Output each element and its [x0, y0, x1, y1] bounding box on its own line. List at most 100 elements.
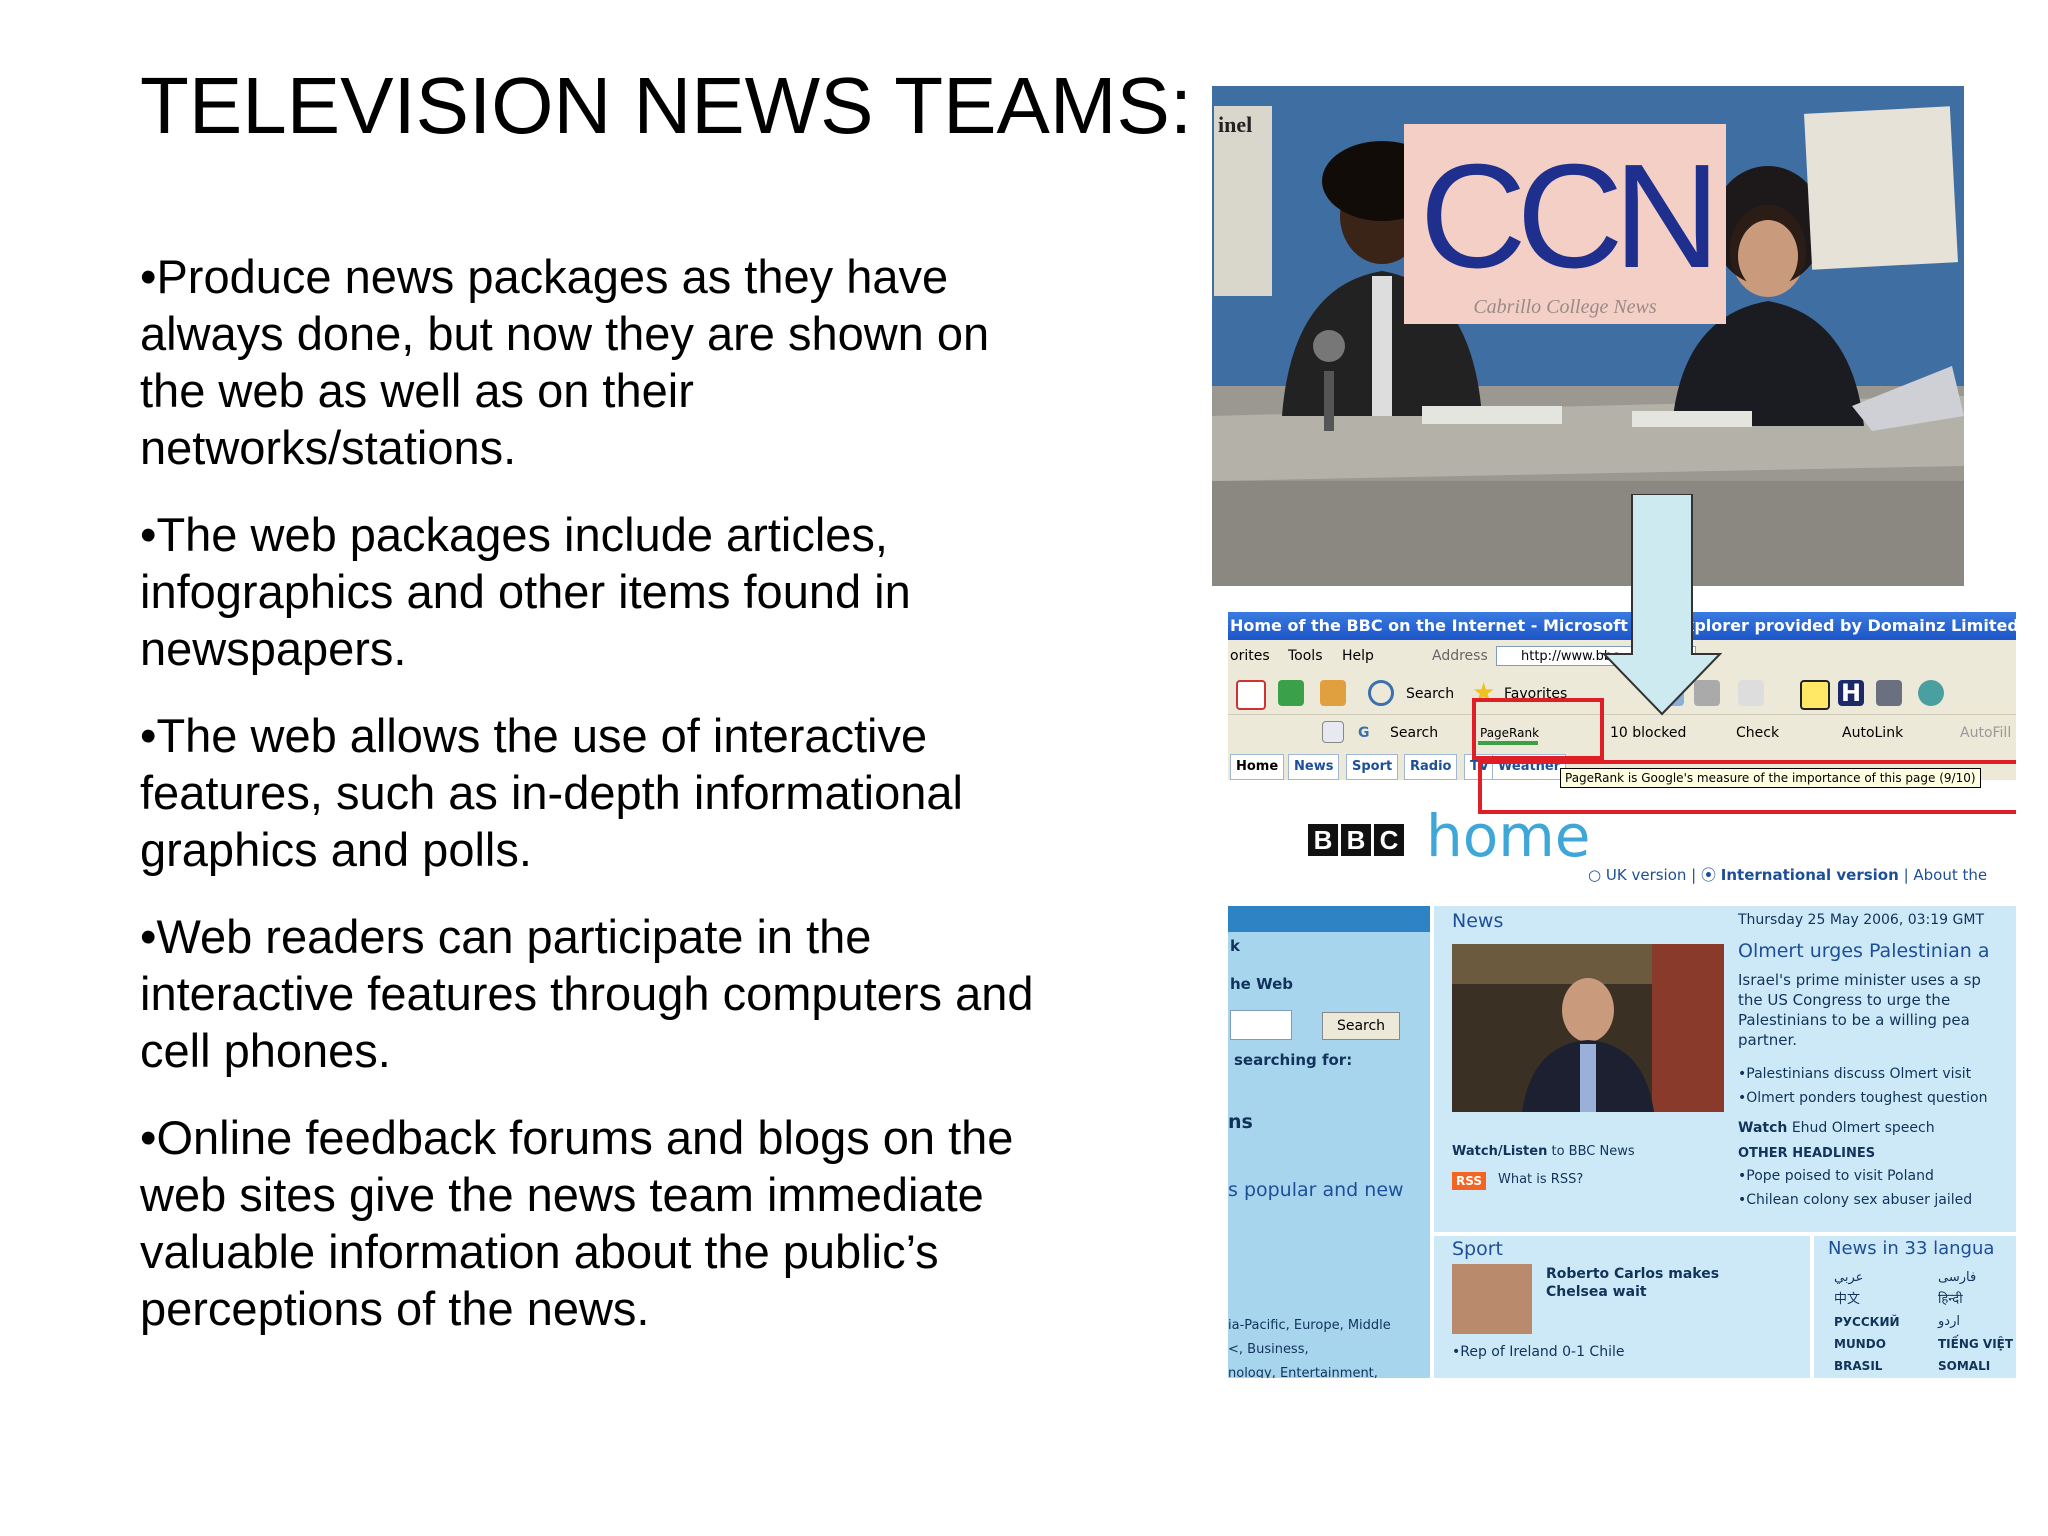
ccn-logo: CCN [1419, 134, 1721, 299]
news-heading[interactable]: News [1452, 910, 1503, 932]
tab-home[interactable]: Home [1230, 754, 1285, 780]
ccn-subtitle: Cabrillo College News [1473, 296, 1657, 318]
regions-text[interactable]: nology, Entertainment, [1228, 1364, 1378, 1378]
news-photo [1452, 944, 1724, 1112]
related-link[interactable]: •Olmert ponders toughest question [1738, 1088, 1987, 1108]
newspaper-clipping [1804, 106, 1958, 270]
uk-version-link[interactable]: UK version [1606, 866, 1687, 884]
other-headline[interactable]: •Chilean colony sex abuser jailed [1738, 1190, 1972, 1210]
down-arrow [1602, 494, 1722, 716]
bbc-letter: C [1374, 824, 1404, 856]
language-link[interactable]: عربي [1834, 1268, 1863, 1288]
bbc-letter: B [1308, 824, 1338, 856]
about-link[interactable]: About the [1913, 866, 1987, 884]
bullet-item: •Online feedback forums and blogs on the… [140, 1111, 1014, 1335]
lead-summary: Israel's prime minister uses a sp [1738, 971, 1981, 989]
menu-help[interactable]: Help [1342, 640, 1374, 672]
search-icon[interactable] [1368, 680, 1394, 706]
popular-label: s popular and new [1228, 1179, 1404, 1201]
menu-favorites[interactable]: orites [1230, 640, 1270, 672]
language-link[interactable]: 中文 [1834, 1290, 1860, 1310]
regions-text[interactable]: <, Business, [1228, 1340, 1309, 1360]
google-g-icon[interactable]: G [1358, 723, 1370, 743]
language-link[interactable]: TIẾNG VIỆT [1938, 1334, 2013, 1354]
google-search-button[interactable]: Search [1390, 723, 1438, 743]
watch-listen-rest[interactable]: to BBC News [1551, 1144, 1634, 1159]
media-icon[interactable] [1876, 680, 1902, 706]
search-button[interactable]: Search [1406, 684, 1454, 704]
related-link[interactable]: •Palestinians discuss Olmert visit [1738, 1064, 1971, 1084]
watch-video-link[interactable]: Ehud Olmert speech [1792, 1120, 1935, 1136]
home-icon[interactable] [1320, 680, 1346, 706]
sport-panel: Sport Roberto Carlos makes Chelsea wait … [1434, 1236, 1810, 1378]
watch-label: Watch [1738, 1120, 1788, 1136]
tab-radio[interactable]: Radio [1404, 754, 1458, 780]
lead-headline[interactable]: Olmert urges Palestinian a [1738, 940, 1989, 962]
other-headlines-label: OTHER HEADLINES [1738, 1146, 1876, 1161]
sport-photo [1452, 1264, 1532, 1334]
menu-tools[interactable]: Tools [1288, 640, 1323, 672]
news-photo-scene [1452, 944, 1724, 1112]
language-link[interactable]: فارسی [1938, 1268, 1976, 1288]
tv-studio-photo: inel CCN Cabrillo College News [1212, 86, 1964, 586]
news-panel: News Thursday 25 May 2006, 03:19 GMT Olm… [1434, 906, 2016, 1232]
languages-panel: News in 33 langua عربي فارسی 中文 हिन्दी Р… [1814, 1236, 2016, 1378]
web-option[interactable]: he Web [1230, 974, 1293, 994]
h-icon[interactable]: H [1838, 680, 1864, 706]
watch-listen-label[interactable]: Watch/Listen [1452, 1144, 1547, 1159]
stop-icon[interactable] [1236, 680, 1266, 710]
search-button[interactable]: Search [1322, 1012, 1400, 1040]
regions-text[interactable]: ia-Pacific, Europe, Middle [1228, 1316, 1391, 1336]
bbc-browser-screenshot: Home of the BBC on the Internet - Micros… [1228, 612, 2016, 1378]
refresh-icon[interactable] [1278, 680, 1304, 706]
language-link[interactable]: BRASIL [1834, 1356, 1882, 1376]
rss-badge[interactable]: RSS [1452, 1172, 1486, 1190]
other-headline[interactable]: •Pope poised to visit Poland [1738, 1166, 1934, 1186]
popup-blocked[interactable]: 10 blocked [1610, 723, 1686, 743]
watch-link: Watch Ehud Olmert speech [1738, 1118, 1935, 1138]
bullet-item: •The web allows the use of interactive f… [140, 709, 963, 876]
search-column: k he Web Search searching for: ns s popu… [1228, 906, 1430, 1378]
title-text: xplorer provided by Domainz Limited [1684, 616, 2016, 635]
bbc-logo: BBC home [1308, 802, 1590, 870]
language-link[interactable]: РУССКИЙ [1834, 1312, 1900, 1332]
tab-sport[interactable]: Sport [1346, 754, 1399, 780]
autolink-button[interactable]: AutoLink [1842, 723, 1903, 743]
intl-version-link[interactable]: International version [1721, 866, 1899, 884]
bbc-letter: B [1341, 824, 1371, 856]
dropdown-icon[interactable] [1322, 721, 1344, 743]
column-header [1228, 906, 1430, 932]
languages-heading[interactable]: News in 33 langua [1828, 1238, 1994, 1259]
sport-link[interactable]: •Rep of Ireland 0-1 Chile [1452, 1342, 1624, 1362]
radio-icon[interactable]: ⦿ [1701, 866, 1716, 884]
sport-headline[interactable]: Chelsea wait [1546, 1282, 1647, 1302]
language-link[interactable]: SOMALI [1938, 1356, 1990, 1376]
messenger-icon[interactable] [1918, 680, 1944, 706]
bullet-item: •The web packages include articles, info… [140, 508, 911, 675]
lead-summary: the US Congress to urge the [1738, 991, 1951, 1009]
language-link[interactable]: اردو [1938, 1312, 1960, 1332]
notes-icon[interactable] [1800, 680, 1830, 710]
language-link[interactable]: हिन्दी [1938, 1290, 1963, 1310]
section-label: ns [1228, 1111, 1253, 1133]
bullet-item: •Web readers can participate in the inte… [140, 910, 1034, 1077]
news-date: Thursday 25 May 2006, 03:19 GMT [1738, 912, 1985, 928]
google-toolbar: G Search PageRank 10 blocked Check AutoL… [1228, 714, 2016, 751]
bbc-home-word: home [1426, 802, 1591, 870]
pagerank-highlight [1472, 698, 1604, 760]
newspaper-clipping: inel [1214, 106, 1272, 296]
sport-headline[interactable]: Roberto Carlos makes [1546, 1264, 1719, 1284]
radio-icon[interactable]: ○ [1588, 866, 1601, 884]
spell-check-button[interactable]: Check [1736, 723, 1779, 743]
search-title: k [1230, 937, 1240, 955]
search-input[interactable] [1230, 1010, 1292, 1040]
sport-heading[interactable]: Sport [1452, 1238, 1503, 1260]
searching-label: searching for: [1234, 1051, 1353, 1069]
edit-icon[interactable] [1738, 680, 1764, 706]
tab-news[interactable]: News [1288, 754, 1340, 780]
address-label: Address [1432, 648, 1488, 664]
what-is-rss-link[interactable]: What is RSS? [1498, 1170, 1583, 1190]
slide-title: TELEVISION NEWS TEAMS: [140, 61, 1193, 150]
language-link[interactable]: MUNDO [1834, 1334, 1886, 1354]
autofill-button[interactable]: AutoFill [1960, 723, 2011, 743]
